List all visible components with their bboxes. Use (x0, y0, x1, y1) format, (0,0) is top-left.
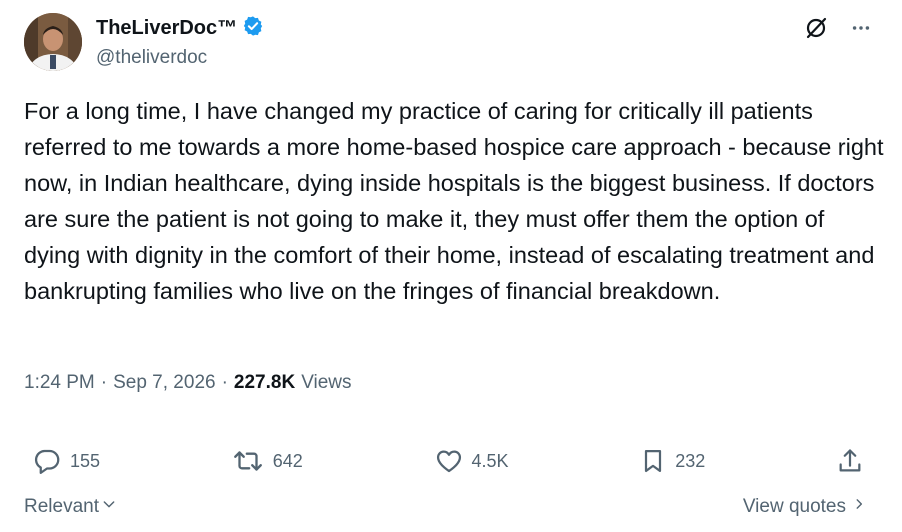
sort-dropdown[interactable]: Relevant (24, 496, 117, 518)
tweet-time[interactable]: 1:24 PM (24, 372, 95, 394)
views-label: Views (301, 372, 352, 393)
share-button[interactable] (836, 446, 864, 476)
tweet-date[interactable]: Sep 7, 2026 (113, 372, 215, 394)
like-icon (434, 446, 464, 476)
author-row: TheLiverDoc™ (96, 15, 264, 42)
verified-badge-icon (242, 15, 264, 42)
more-icon[interactable] (850, 17, 872, 39)
bookmark-icon (639, 446, 667, 476)
meta-separator: · (100, 372, 108, 393)
meta-separator: · (221, 372, 228, 393)
like-count: 4.5K (471, 450, 509, 471)
reply-icon (32, 446, 62, 476)
repost-icon (231, 446, 265, 476)
share-icon (836, 446, 864, 476)
bookmark-count: 232 (675, 450, 706, 471)
tweet-meta: 1:24 PM · Sep 7, 2026 · 227.8K Views (24, 372, 352, 394)
view-quotes-label: View quotes (742, 496, 846, 517)
author-handle[interactable]: @theliverdoc (96, 47, 207, 69)
bookmark-button[interactable]: 232 (639, 446, 705, 476)
repost-count: 642 (272, 450, 303, 471)
avatar[interactable] (24, 13, 82, 71)
avatar-image (24, 13, 82, 71)
author-name[interactable]: TheLiverDoc™ (96, 17, 237, 40)
chevron-down-icon (101, 496, 117, 518)
grok-slash-icon[interactable] (804, 16, 828, 40)
reply-button[interactable]: 155 (32, 446, 100, 476)
views-count: 227.8K (233, 372, 296, 393)
action-bar: 155 642 4.5K 232 (32, 444, 864, 478)
repost-button[interactable]: 642 (231, 446, 303, 476)
top-actions (804, 16, 872, 40)
tweet-text: For a long time, I have changed my pract… (24, 98, 884, 304)
chevron-right-icon (852, 496, 866, 518)
view-quotes-link[interactable]: View quotes (743, 496, 866, 518)
like-button[interactable]: 4.5K (434, 446, 509, 476)
sort-label: Relevant (24, 496, 99, 517)
reply-count: 155 (70, 450, 101, 471)
